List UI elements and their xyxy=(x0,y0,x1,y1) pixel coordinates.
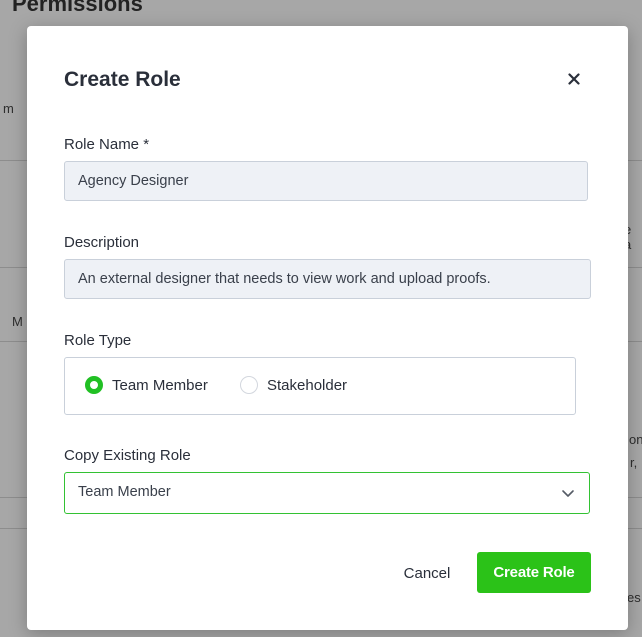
dialog-title: Create Role xyxy=(64,68,181,91)
description-label: Description xyxy=(64,234,140,251)
close-icon xyxy=(568,73,580,85)
role-type-label: Role Type xyxy=(64,332,132,349)
copy-existing-role-label: Copy Existing Role xyxy=(64,447,191,464)
radio-label: Team Member xyxy=(112,376,208,394)
create-role-dialog: Create Role Role Name * Description Role… xyxy=(27,26,628,630)
role-type-group: Team Member Stakeholder xyxy=(64,357,576,415)
role-name-input[interactable] xyxy=(64,161,588,201)
role-type-option-stakeholder[interactable]: Stakeholder xyxy=(240,376,347,394)
role-name-label: Role Name * xyxy=(64,136,150,153)
close-button[interactable] xyxy=(563,68,585,90)
radio-checked-icon[interactable] xyxy=(85,376,103,394)
radio-unchecked-icon[interactable] xyxy=(240,376,258,394)
role-type-option-team-member[interactable]: Team Member xyxy=(85,376,208,394)
chevron-down-icon xyxy=(562,490,574,497)
description-input[interactable] xyxy=(64,259,591,299)
select-value: Team Member xyxy=(78,484,171,500)
copy-existing-role-select[interactable]: Team Member xyxy=(64,472,590,514)
radio-label: Stakeholder xyxy=(267,376,348,394)
cancel-button[interactable]: Cancel xyxy=(392,554,462,592)
create-role-button[interactable]: Create Role xyxy=(477,552,591,593)
